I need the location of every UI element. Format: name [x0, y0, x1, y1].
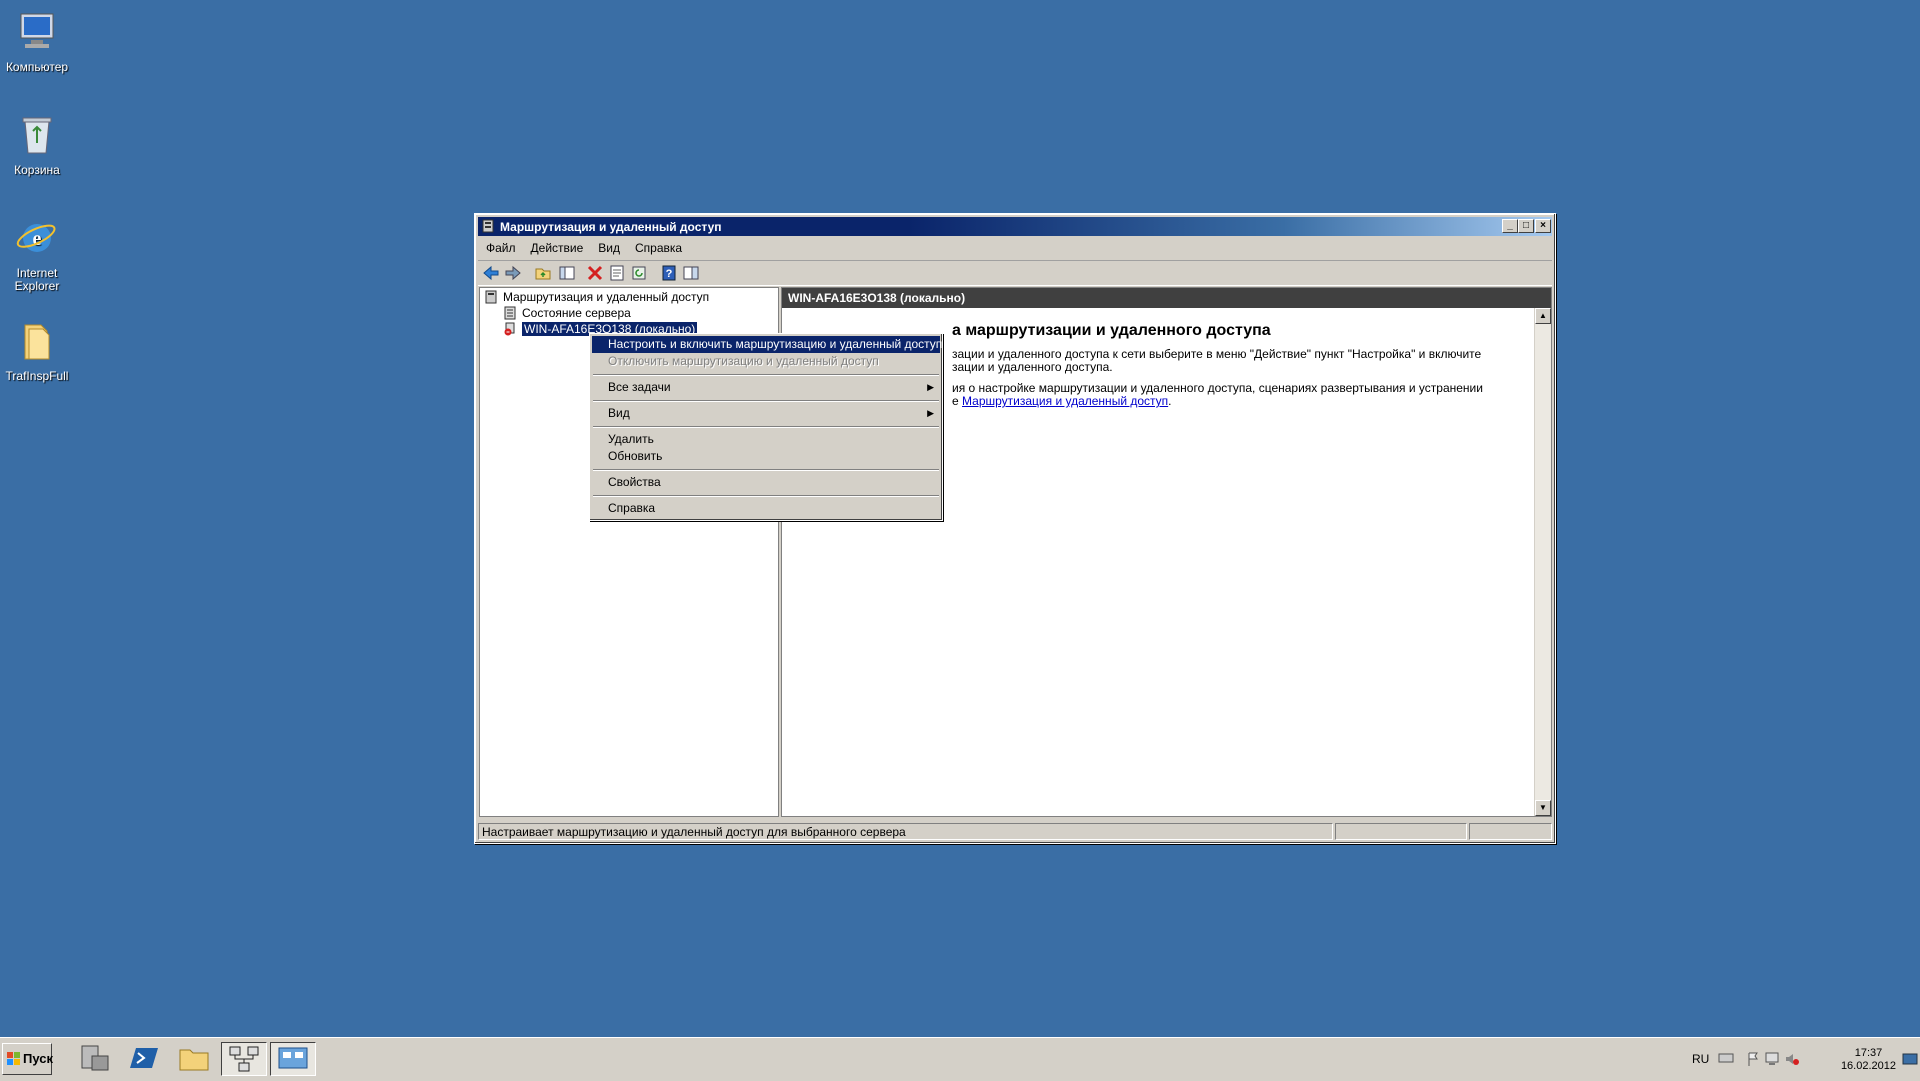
- keyboard-icon[interactable]: [1718, 1051, 1734, 1065]
- server-status-icon: [504, 306, 516, 320]
- internet-explorer-icon: e: [16, 224, 56, 252]
- scroll-down-button[interactable]: ▼: [1535, 800, 1551, 816]
- tree-item-root[interactable]: Маршрутизация и удаленный доступ: [484, 289, 709, 305]
- toolbar: ?: [478, 260, 1552, 286]
- computer-icon: [20, 13, 54, 48]
- volume-muted-icon[interactable]: [1784, 1051, 1800, 1067]
- menu-separator: [593, 400, 939, 402]
- status-panel-3: [1469, 823, 1552, 840]
- taskbar: Пуск RU 17:37 16.02.2012: [0, 1037, 1920, 1081]
- svg-text:e: e: [33, 228, 42, 250]
- help-link[interactable]: Маршрутизация и удаленный доступ: [962, 394, 1168, 408]
- menu-item-configure-enable[interactable]: Настроить и включить маршрутизацию и уда…: [592, 336, 942, 353]
- clock[interactable]: 17:37 16.02.2012: [1841, 1047, 1896, 1073]
- desktop-icon-label: TrafInspFull: [5, 369, 69, 383]
- menu-separator: [593, 495, 939, 497]
- menu-item-help[interactable]: Справка: [592, 500, 940, 517]
- menu-item-delete[interactable]: Удалить: [592, 431, 940, 448]
- desktop-icon-computer[interactable]: Компьютер: [0, 4, 74, 74]
- clock-time: 17:37: [1854, 1047, 1883, 1059]
- language-indicator[interactable]: RU: [1692, 1052, 1709, 1066]
- rras-app-icon: [482, 219, 494, 233]
- action-center-flag-icon[interactable]: [1746, 1051, 1760, 1067]
- show-action-pane-icon[interactable]: [682, 264, 700, 282]
- menu-view[interactable]: Вид: [590, 238, 627, 255]
- scroll-up-button[interactable]: ▲: [1535, 308, 1551, 324]
- menu-bar: Файл Действие Вид Справка: [478, 238, 1552, 258]
- menu-item-disable: Отключить маршрутизацию и удаленный дост…: [608, 354, 879, 368]
- network-icon: [229, 1046, 259, 1072]
- status-panel-2: [1335, 823, 1467, 840]
- maximize-button[interactable]: □: [1518, 219, 1534, 233]
- delete-icon[interactable]: [586, 264, 604, 282]
- svg-text:?: ?: [666, 268, 673, 280]
- server-stopped-icon: [504, 322, 515, 336]
- context-menu: Настроить и включить маршрутизацию и уда…: [589, 333, 943, 521]
- menu-item-view[interactable]: Вид ▶: [592, 405, 940, 422]
- rras-root-icon: [485, 290, 497, 304]
- clock-date: 16.02.2012: [1840, 1060, 1896, 1072]
- close-button[interactable]: ×: [1535, 219, 1551, 233]
- menu-separator: [593, 469, 939, 471]
- status-text: Настраивает маршрутизацию и удаленный до…: [478, 823, 1333, 840]
- desktop-icon-label: Корзина: [14, 163, 60, 177]
- taskbar-rras[interactable]: [221, 1042, 267, 1076]
- control-panel-icon: [278, 1047, 308, 1069]
- desktop-icon-internet-explorer[interactable]: e Internet Explorer: [0, 210, 74, 293]
- menu-help[interactable]: Справка: [627, 238, 689, 255]
- taskbar-powershell[interactable]: [122, 1042, 168, 1076]
- folder-icon: [24, 324, 50, 360]
- tree-item-label: Состояние сервера: [522, 306, 631, 320]
- tree-item-label: Маршрутизация и удаленный доступ: [503, 290, 710, 304]
- start-label: Пуск: [23, 1051, 53, 1066]
- show-desktop-icon[interactable]: [1902, 1051, 1918, 1067]
- help-icon[interactable]: ?: [660, 264, 678, 282]
- rras-window: Маршрутизация и удаленный доступ _ □ × Ф…: [474, 213, 1556, 844]
- back-arrow-icon[interactable]: [482, 264, 500, 282]
- menu-item-all-tasks[interactable]: Все задачи ▶: [592, 379, 940, 396]
- forward-arrow-icon[interactable]: [504, 264, 522, 282]
- folder-icon: [179, 1049, 209, 1071]
- status-bar: Настраивает маршрутизацию и удаленный до…: [478, 823, 1552, 841]
- menu-item-properties[interactable]: Свойства: [592, 474, 940, 491]
- recycle-bin-icon: [22, 117, 52, 154]
- menu-action[interactable]: Действие: [523, 238, 591, 255]
- windows-logo-icon: [7, 1052, 20, 1065]
- desktop-icon-trafinspfull[interactable]: TrafInspFull: [0, 313, 74, 383]
- system-tray: RU 17:37 16.02.2012: [1688, 1042, 1920, 1076]
- properties-icon[interactable]: [608, 264, 626, 282]
- network-tray-icon[interactable]: [1764, 1051, 1780, 1067]
- window-titlebar[interactable]: Маршрутизация и удаленный доступ _ □ ×: [478, 217, 1552, 236]
- server-manager-icon: [81, 1045, 109, 1071]
- minimize-button[interactable]: _: [1502, 219, 1518, 233]
- submenu-arrow-icon: ▶: [927, 382, 934, 392]
- menu-separator: [593, 374, 939, 376]
- tree-item-server-status[interactable]: Состояние сервера: [503, 305, 631, 321]
- menu-file[interactable]: Файл: [478, 238, 523, 255]
- menu-item-refresh[interactable]: Обновить: [592, 448, 940, 465]
- desktop-icon-recycle-bin[interactable]: Корзина: [0, 107, 74, 177]
- powershell-icon: [130, 1048, 158, 1068]
- show-hide-tree-icon[interactable]: [558, 264, 576, 282]
- desktop-icon-label: Компьютер: [5, 60, 69, 74]
- details-header: WIN-AFA16E3O138 (локально): [782, 288, 1551, 308]
- taskbar-control-panel[interactable]: [270, 1042, 316, 1076]
- window-title: Маршрутизация и удаленный доступ: [500, 220, 722, 234]
- taskbar-explorer[interactable]: [172, 1042, 218, 1076]
- desktop-icon-label: Internet Explorer: [14, 266, 60, 293]
- refresh-icon[interactable]: [630, 264, 648, 282]
- details-scrollbar[interactable]: ▲ ▼: [1534, 308, 1551, 816]
- menu-separator: [593, 426, 939, 428]
- submenu-arrow-icon: ▶: [927, 408, 934, 418]
- taskbar-server-manager[interactable]: [72, 1042, 118, 1076]
- up-folder-icon[interactable]: [534, 264, 552, 282]
- start-button[interactable]: Пуск: [2, 1043, 53, 1075]
